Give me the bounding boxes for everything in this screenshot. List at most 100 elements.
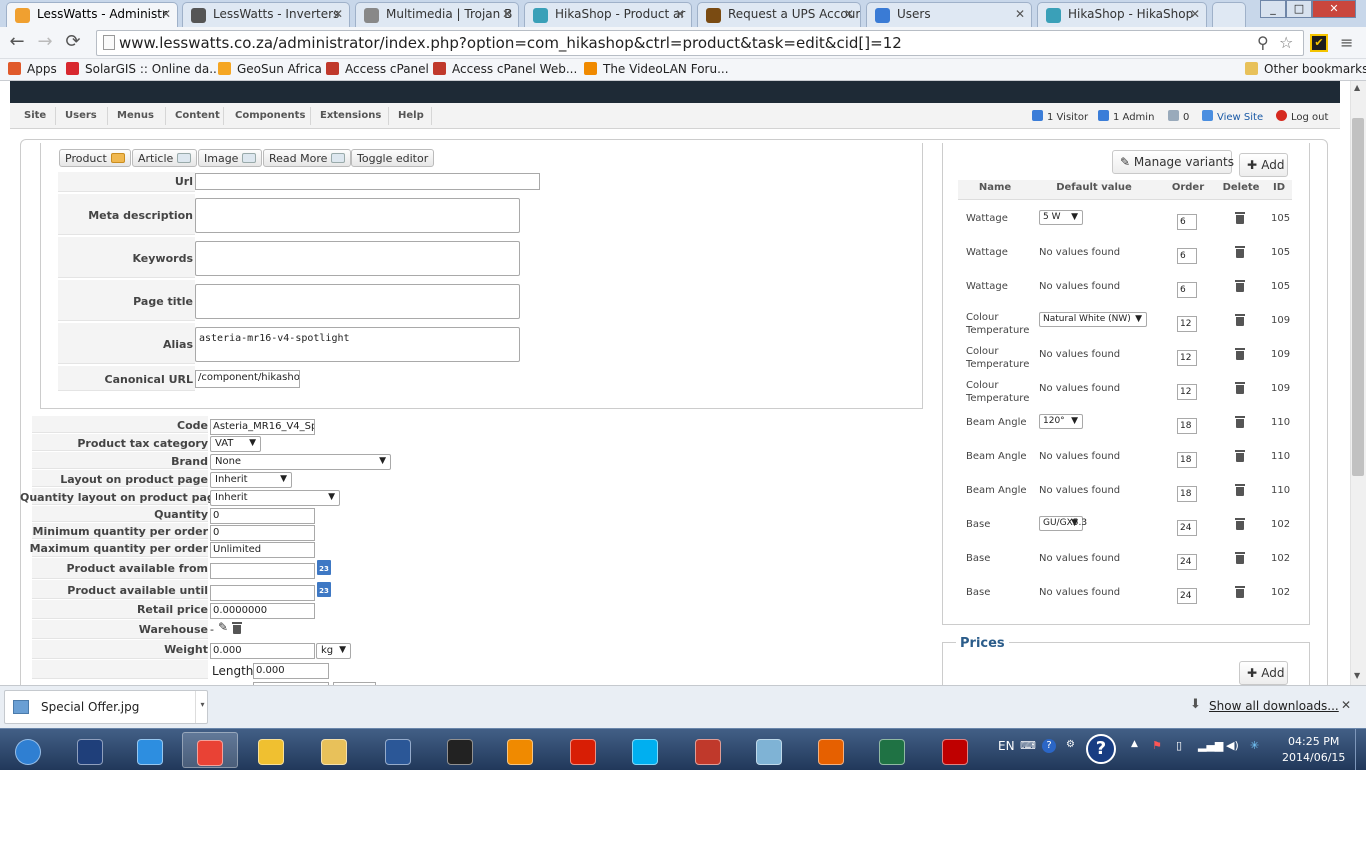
taskbar-app[interactable] xyxy=(492,732,548,768)
editor-button-read-more[interactable]: Read More xyxy=(263,149,352,167)
browser-tab[interactable]: Multimedia | Trojan B ✕ xyxy=(355,2,519,27)
browser-tab[interactable]: LessWatts - Administr ✕ xyxy=(6,2,178,27)
variant-default-select[interactable]: 120° ▼ xyxy=(1039,414,1083,429)
editor-button-product[interactable]: Product xyxy=(59,149,131,167)
retail-price-input[interactable]: 0.0000000 xyxy=(210,603,315,619)
variant-order-input[interactable]: 24 xyxy=(1177,588,1197,604)
browser-tab[interactable]: HikaShop - HikaShop ✕ xyxy=(1037,2,1207,27)
close-tab-icon[interactable]: ✕ xyxy=(333,7,343,21)
battery-icon[interactable]: ▯ xyxy=(1176,739,1182,752)
weight-unit-select[interactable]: kg ▼ xyxy=(316,643,351,659)
variant-order-input[interactable]: 18 xyxy=(1177,418,1197,434)
min-quantity-input[interactable]: 0 xyxy=(210,525,315,541)
browser-tab[interactable]: Users ✕ xyxy=(866,2,1032,27)
bookmark-item[interactable]: Access cPanel xyxy=(326,62,429,76)
taskbar-app[interactable] xyxy=(370,732,426,768)
bookmark-item[interactable]: Access cPanel Web... xyxy=(433,62,577,76)
close-tab-icon[interactable]: ✕ xyxy=(844,7,854,21)
trash-icon[interactable] xyxy=(1235,212,1245,224)
trash-icon[interactable] xyxy=(1235,348,1245,360)
editor-button-article[interactable]: Article xyxy=(132,149,198,167)
bookmark-item[interactable]: Other bookmarks xyxy=(1245,62,1366,76)
bookmark-item[interactable]: The VideoLAN Foru... xyxy=(584,62,729,76)
extension-check-icon[interactable]: ✔ xyxy=(1310,34,1328,52)
variant-order-input[interactable]: 6 xyxy=(1177,282,1197,298)
available-until-input[interactable] xyxy=(210,585,315,601)
network-icon[interactable]: ✳ xyxy=(1250,739,1259,752)
add-price-button[interactable]: ✚ Add xyxy=(1239,661,1288,685)
close-tab-icon[interactable]: ✕ xyxy=(502,7,512,21)
close-tab-icon[interactable]: ✕ xyxy=(675,7,685,21)
variant-order-input[interactable]: 24 xyxy=(1177,554,1197,570)
taskbar-app[interactable] xyxy=(741,732,797,768)
page-title-textarea[interactable] xyxy=(195,284,520,319)
trash-icon[interactable] xyxy=(1235,450,1245,462)
volume-icon[interactable]: ◀) xyxy=(1226,739,1239,752)
search-icon[interactable]: ⚲ xyxy=(1257,31,1269,55)
taskbar-app[interactable] xyxy=(864,732,920,768)
clock-date[interactable]: 2014/06/15 xyxy=(1282,751,1345,764)
tax-category-select[interactable]: VAT ▼ xyxy=(210,436,261,452)
variant-order-input[interactable]: 24 xyxy=(1177,520,1197,536)
tray-settings-icon[interactable]: ⚙ xyxy=(1066,739,1075,750)
trash-icon[interactable] xyxy=(1235,416,1245,428)
trash-icon[interactable] xyxy=(1235,552,1245,564)
code-input[interactable]: Asteria_MR16_V4_Sp xyxy=(210,419,315,435)
taskbar-app[interactable] xyxy=(617,732,673,768)
admin-menu-content[interactable]: Content xyxy=(175,110,220,121)
variant-order-input[interactable]: 12 xyxy=(1177,384,1197,400)
bookmark-item[interactable]: Apps xyxy=(8,62,57,76)
scrollbar-thumb[interactable] xyxy=(1352,118,1364,476)
download-menu-arrow-icon[interactable]: ▾ xyxy=(195,691,209,723)
messages-status[interactable]: 0 xyxy=(1168,110,1189,123)
download-item[interactable]: Special Offer.jpg ▾ xyxy=(4,690,208,724)
browser-tab[interactable]: HikaShop - Product ar ✕ xyxy=(524,2,692,27)
variant-order-input[interactable]: 12 xyxy=(1177,316,1197,332)
brand-select[interactable]: None ▼ xyxy=(210,454,391,470)
length-input[interactable]: 0.000 xyxy=(253,663,329,679)
trash-icon[interactable] xyxy=(1235,586,1245,598)
admin-menu-menus[interactable]: Menus xyxy=(117,110,154,121)
minimize-button[interactable]: _ xyxy=(1260,0,1286,18)
alias-textarea[interactable]: asteria-mr16-v4-spotlight xyxy=(195,327,520,362)
calendar-icon[interactable]: 23 xyxy=(317,582,331,597)
maximize-button[interactable]: □ xyxy=(1286,0,1312,18)
address-bar[interactable]: www.lesswatts.co.za/administrator/index.… xyxy=(96,30,1304,56)
taskbar-app[interactable] xyxy=(555,732,611,768)
view-site-link[interactable]: View Site xyxy=(1202,110,1263,123)
show-hidden-icons[interactable]: ▲ xyxy=(1131,739,1138,749)
variant-order-input[interactable]: 18 xyxy=(1177,452,1197,468)
taskbar-app[interactable] xyxy=(927,732,983,768)
admin-menu-help[interactable]: Help xyxy=(398,110,424,121)
variant-default-select[interactable]: Natural White (NW) ▼ xyxy=(1039,312,1147,327)
bookmark-item[interactable]: GeoSun Africa xyxy=(218,62,322,76)
calendar-icon[interactable]: 23 xyxy=(317,560,331,575)
close-tab-icon[interactable]: ✕ xyxy=(161,7,171,21)
keyboard-icon[interactable]: ⌨ xyxy=(1020,739,1036,752)
bookmark-item[interactable]: SolarGIS :: Online da... xyxy=(66,62,221,76)
new-tab-button[interactable] xyxy=(1212,2,1246,27)
meta-description-textarea[interactable] xyxy=(195,198,520,233)
variant-default-select[interactable]: GU/GX5.3 ▼ xyxy=(1039,516,1087,531)
url-input[interactable] xyxy=(195,173,540,190)
close-download-bar-icon[interactable]: ✕ xyxy=(1341,698,1351,712)
available-from-input[interactable] xyxy=(210,563,315,579)
variant-default-select[interactable]: 5 W ▼ xyxy=(1039,210,1083,225)
taskbar-app[interactable] xyxy=(122,732,178,768)
taskbar-app[interactable] xyxy=(62,732,118,768)
admin-menu-extensions[interactable]: Extensions xyxy=(320,110,381,121)
scroll-down-icon[interactable]: ▼ xyxy=(1354,671,1360,680)
taskbar-app[interactable] xyxy=(306,732,362,768)
browser-tab[interactable]: Request a UPS Accour ✕ xyxy=(697,2,861,27)
trash-icon[interactable] xyxy=(1235,484,1245,496)
add-variant-button[interactable]: ✚ Add xyxy=(1239,153,1288,177)
show-all-downloads-link[interactable]: Show all downloads... xyxy=(1209,699,1339,713)
clock-time[interactable]: 04:25 PM xyxy=(1288,735,1339,748)
editor-button-toggle-editor[interactable]: Toggle editor xyxy=(351,149,435,167)
max-quantity-input[interactable]: Unlimited xyxy=(210,542,315,558)
keywords-textarea[interactable] xyxy=(195,241,520,276)
close-tab-icon[interactable]: ✕ xyxy=(1190,7,1200,21)
logout-link[interactable]: Log out xyxy=(1276,110,1328,123)
language-indicator[interactable]: EN xyxy=(998,739,1015,753)
quantity-layout-select[interactable]: Inherit ▼ xyxy=(210,490,340,506)
